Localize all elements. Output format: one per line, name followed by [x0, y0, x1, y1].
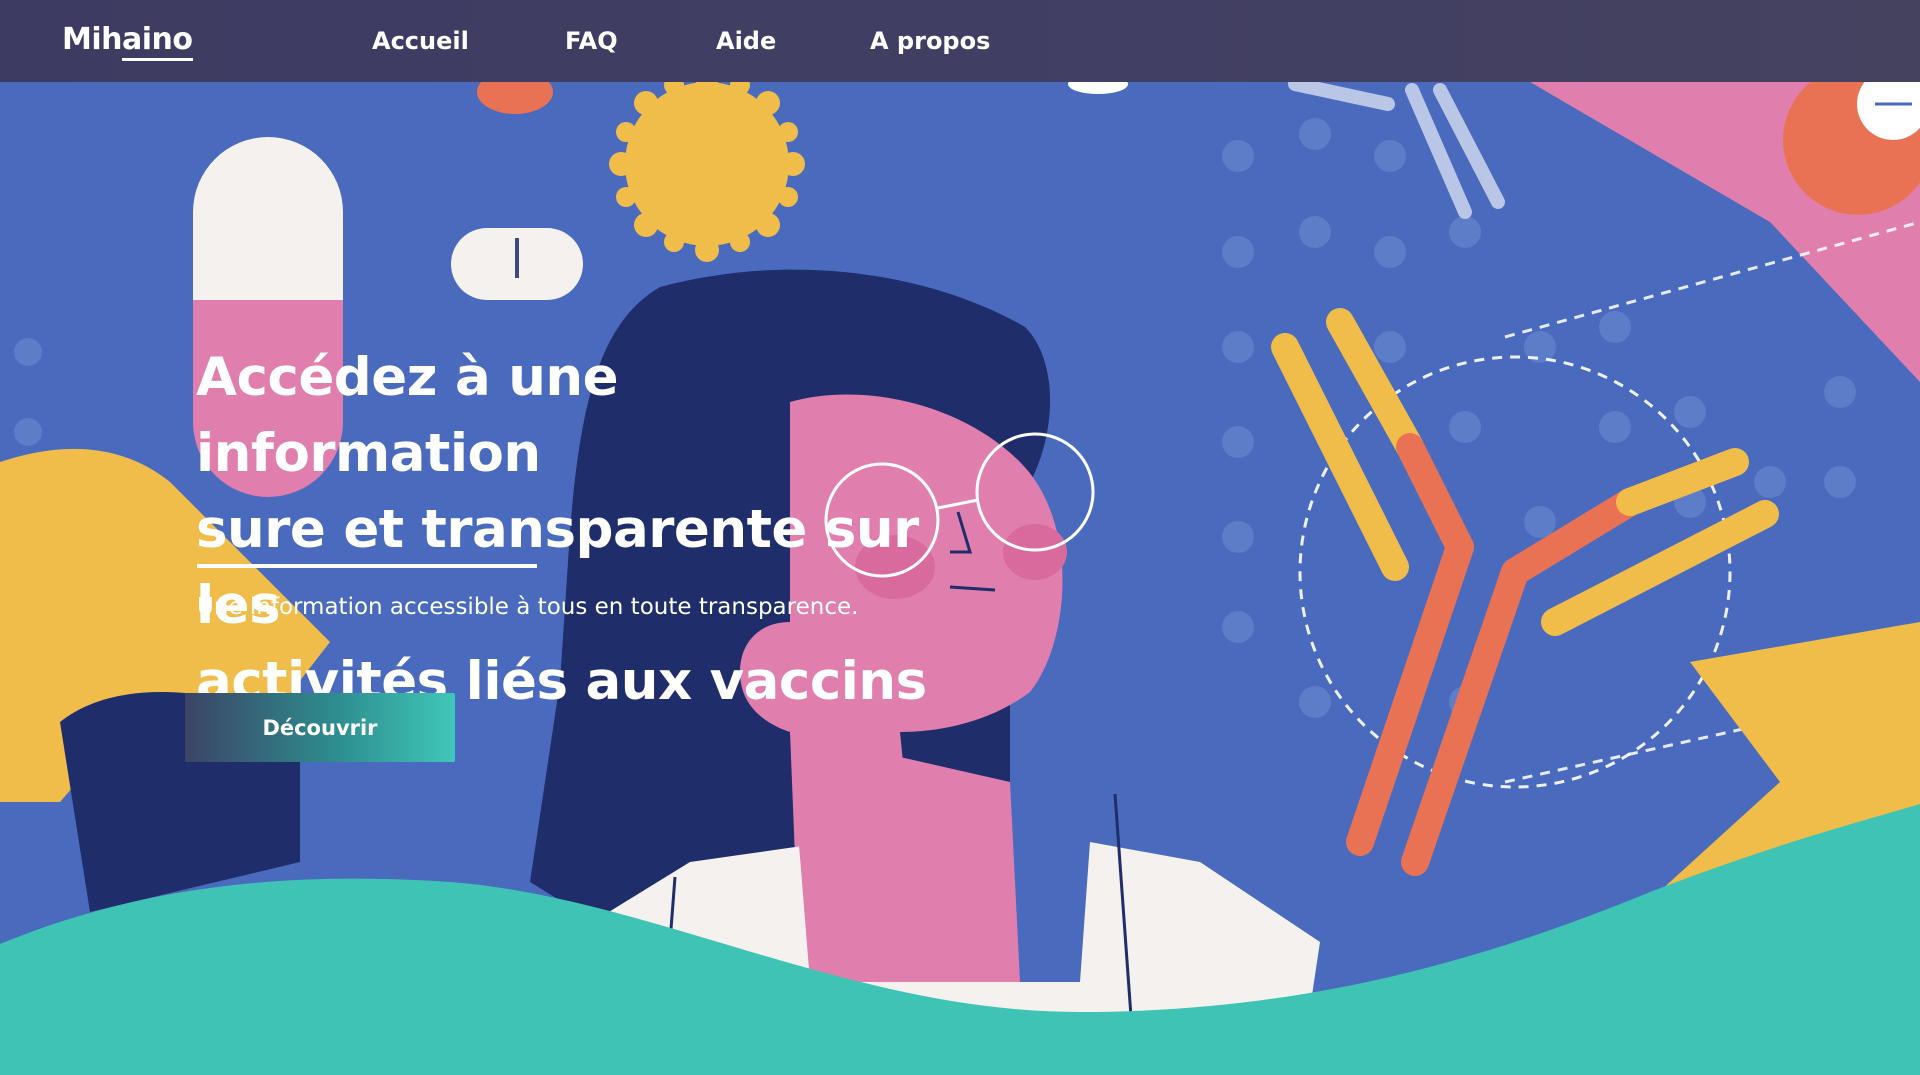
tablet-pill-shape	[451, 228, 583, 300]
nav-link-faq[interactable]: FAQ	[565, 27, 618, 55]
nav-link-accueil[interactable]: Accueil	[372, 27, 469, 55]
nav-link-aide[interactable]: Aide	[716, 27, 776, 55]
headline-line-1: Accédez à une information	[196, 347, 619, 484]
nav-link-a-propos[interactable]: A propos	[870, 27, 990, 55]
decouvrir-button[interactable]: Découvrir	[185, 693, 455, 762]
hero-subtitle: Une information accessible à tous en tou…	[197, 594, 859, 620]
top-navbar: Mihaino Accueil FAQ Aide A propos	[0, 0, 1920, 82]
brand-name-underlined: aino	[122, 22, 193, 61]
brand-name-prefix: Mih	[62, 22, 123, 57]
headline-underline	[197, 564, 537, 568]
brand-logo-link[interactable]: Mihaino	[62, 22, 193, 61]
hero-headline: Accédez à une information sure et transp…	[196, 340, 976, 720]
landing-page: Mihaino Accueil FAQ Aide A propos Accéde…	[0, 0, 1920, 1075]
